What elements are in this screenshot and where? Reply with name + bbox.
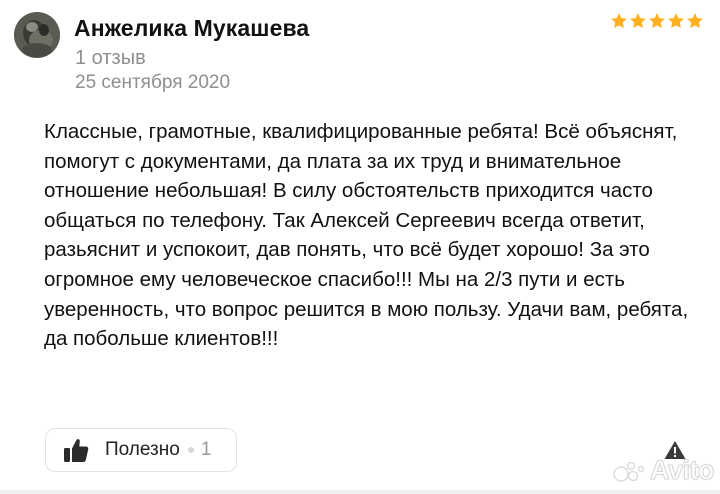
review-date: 25 сентября 2020 <box>75 72 231 93</box>
review-text: Классные, грамотные, квалифицированные р… <box>44 120 689 351</box>
helpful-count: 1 <box>200 439 212 460</box>
review-card: Анжелика Мукашева 1 отзыв 25 сентября 20… <box>0 0 720 494</box>
author-reviews-count[interactable]: 1 отзыв <box>75 47 146 70</box>
helpful-label: Полезно <box>105 439 180 460</box>
star-icon <box>630 13 646 29</box>
separator-dot <box>187 447 194 453</box>
avito-logo-icon <box>613 461 645 482</box>
avatar-image <box>14 12 60 58</box>
divider <box>0 490 720 494</box>
star-icon <box>668 13 684 29</box>
rating-stars <box>610 12 704 30</box>
helpful-button[interactable]: Полезно 1 <box>45 428 237 472</box>
star-icon <box>611 13 627 29</box>
author-name[interactable]: Анжелика Мукашева <box>74 15 309 42</box>
avatar[interactable] <box>14 12 60 58</box>
watermark: Avito <box>612 455 716 486</box>
star-icon <box>649 13 665 29</box>
watermark-text: Avito <box>650 455 716 486</box>
thumbs-up-icon <box>64 439 89 462</box>
star-icon <box>687 13 703 29</box>
